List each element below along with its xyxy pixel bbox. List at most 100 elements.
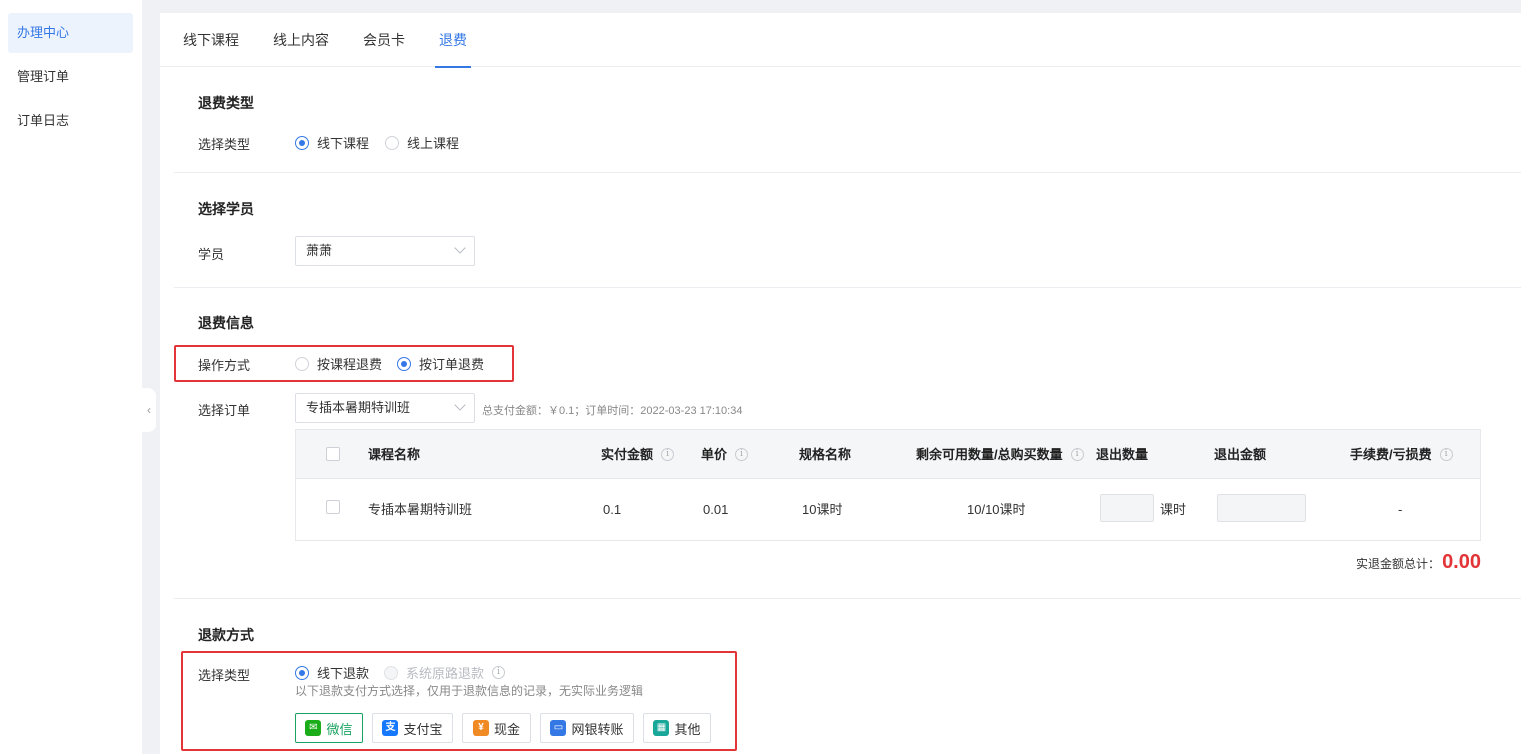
info-icon[interactable]: i (661, 448, 675, 461)
divider (174, 598, 1521, 599)
refund-method-label: 选择类型 (198, 668, 251, 683)
cell-remaining: 10/10课时 (967, 502, 1026, 517)
col-label: 单价 (701, 447, 728, 462)
info-icon[interactable]: i (1070, 448, 1084, 461)
col-label: 课程名称 (368, 447, 421, 462)
radio-refund-by-course[interactable]: 按课程退费 (295, 354, 382, 373)
sidebar: 办理中心 管理订单 订单日志 (0, 0, 142, 754)
table-header: 课程名称 实付金额 i 单价 i 规格名称 剩余可用数量/总购买数量 i 退出数量 退… (296, 430, 1480, 479)
chevron-left-icon: ‹ (147, 403, 151, 417)
divider (174, 287, 1521, 288)
radio-offline-refund[interactable]: 线下退款 (295, 663, 369, 682)
tab-membership-card[interactable]: 会员卡 (363, 13, 405, 67)
radio-label: 线上课程 (407, 136, 460, 151)
refund-method-title: 退款方式 (198, 627, 254, 643)
col-label: 退出数量 (1096, 447, 1149, 462)
col-label: 剩余可用数量/总购买数量 (916, 447, 1063, 462)
refund-table: 课程名称 实付金额 i 单价 i 规格名称 剩余可用数量/总购买数量 i 退出数量 退… (295, 429, 1481, 541)
info-icon[interactable]: i (735, 448, 749, 461)
tab-online-content[interactable]: 线上内容 (273, 13, 329, 67)
refund-total: 实退金额总计： 0.00 (1356, 551, 1481, 574)
col-label: 退出金额 (1214, 447, 1267, 462)
divider (174, 172, 1521, 173)
wechat-icon: ✉ (305, 720, 322, 736)
cell-unit-price: 0.01 (703, 502, 729, 517)
tab-offline-course[interactable]: 线下课程 (183, 13, 239, 67)
radio-refund-by-order[interactable]: 按订单退费 (397, 354, 484, 373)
order-label: 选择订单 (198, 403, 251, 418)
select-all-checkbox[interactable] (326, 447, 340, 461)
order-select-value: 专插本暑期特训班 (306, 400, 411, 415)
col-refund-qty: 退出数量 (1096, 430, 1148, 479)
pay-method-label: 支付宝 (403, 721, 443, 737)
radio-label: 线下课程 (317, 136, 370, 151)
pay-method-label: 其他 (674, 721, 701, 737)
pay-method-label: 网银转账 (571, 721, 624, 737)
refund-amount-input[interactable] (1217, 494, 1306, 522)
cell-course-name: 专插本暑期特训班 (368, 502, 473, 517)
tab-bar: 线下课程 线上内容 会员卡 退费 (160, 13, 1521, 68)
refund-type-title: 退费类型 (198, 95, 254, 111)
radio-dot (385, 135, 399, 150)
tab-refund[interactable]: 退费 (435, 13, 471, 68)
radio-dot (397, 356, 411, 371)
refund-qty-input[interactable] (1100, 494, 1154, 522)
student-select[interactable]: 萧萧 (295, 236, 475, 266)
operation-label: 操作方式 (198, 358, 251, 373)
info-icon[interactable]: i (1439, 448, 1453, 461)
col-spec-name: 规格名称 (799, 430, 851, 479)
refund-total-label: 实退金额总计： (1356, 557, 1441, 571)
cash-icon: ¥ (472, 720, 489, 736)
col-unit-price: 单价 i (701, 430, 749, 479)
refund-total-value: 0.00 (1442, 551, 1481, 573)
refund-type-label: 选择类型 (198, 137, 251, 152)
col-remaining: 剩余可用数量/总购买数量 i (916, 430, 1084, 479)
select-student-title: 选择学员 (198, 201, 254, 217)
sidebar-item-manage-orders[interactable]: 管理订单 (8, 57, 133, 97)
radio-dot (295, 356, 309, 371)
chevron-down-icon (454, 242, 466, 254)
pay-method-bank-transfer[interactable]: ▭ 网银转账 (540, 713, 634, 743)
radio-offline-course[interactable]: 线下课程 (295, 133, 369, 152)
pay-method-cash[interactable]: ¥ 现金 (462, 713, 531, 743)
col-label: 实付金额 (601, 447, 654, 462)
row-checkbox[interactable] (326, 500, 340, 514)
radio-label: 按课程退费 (317, 357, 383, 372)
col-label: 手续费/亏损费 (1350, 447, 1432, 462)
order-select[interactable]: 专插本暑期特训班 (295, 393, 475, 423)
radio-label: 系统原路退款 (406, 666, 485, 681)
info-icon[interactable]: i (492, 666, 506, 679)
pay-method-label: 现金 (493, 721, 520, 737)
cell-spec-name: 10课时 (802, 502, 843, 517)
pay-method-other[interactable]: ▦ 其他 (643, 713, 711, 743)
pay-method-label: 微信 (326, 721, 353, 737)
sidebar-collapse-handle[interactable]: ‹ (142, 388, 156, 432)
radio-dot (295, 665, 309, 680)
col-paid-amount: 实付金额 i (601, 430, 675, 479)
col-fee: 手续费/亏损费 i (1350, 430, 1453, 479)
col-course-name: 课程名称 (368, 430, 420, 479)
cell-fee: - (1398, 502, 1403, 517)
bank-transfer-icon: ▭ (550, 720, 567, 736)
chevron-down-icon (454, 399, 466, 411)
pay-method-wechat[interactable]: ✉ 微信 (295, 713, 363, 743)
col-label: 规格名称 (799, 447, 852, 462)
radio-online-course[interactable]: 线上课程 (385, 133, 459, 152)
refund-info-title: 退费信息 (198, 315, 254, 331)
radio-system-original-refund[interactable]: 系统原路退款 i (384, 663, 506, 682)
student-label: 学员 (198, 247, 225, 262)
student-select-value: 萧萧 (306, 243, 333, 258)
radio-label: 线下退款 (317, 666, 370, 681)
alipay-icon: 支 (382, 720, 399, 736)
pay-method-alipay[interactable]: 支 支付宝 (372, 713, 453, 743)
cell-unit: 课时 (1160, 502, 1187, 517)
col-refund-amount: 退出金额 (1214, 430, 1266, 479)
sidebar-item-order-log[interactable]: 订单日志 (8, 101, 133, 141)
sidebar-item-handling-center[interactable]: 办理中心 (8, 13, 133, 53)
main-panel: 线下课程 线上内容 会员卡 退费 退费类型 选择类型 线下课程 线上课程 选择学… (160, 13, 1521, 754)
radio-dot (295, 135, 309, 150)
refund-method-note: 以下退款支付方式选择，仅用于退款信息的记录，无实际业务逻辑 (295, 684, 644, 698)
other-icon: ▦ (653, 720, 670, 736)
radio-dot (384, 665, 398, 680)
order-summary-hint: 总支付金额：￥0.1；订单时间：2022-03-23 17:10:34 (482, 405, 743, 417)
